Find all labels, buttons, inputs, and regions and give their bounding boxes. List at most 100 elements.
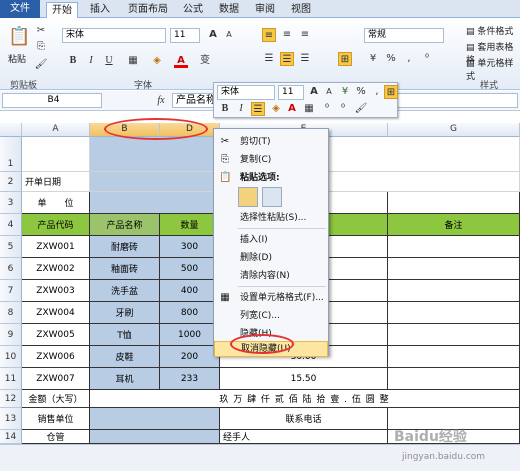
format-painter-icon[interactable]: 🖌 [34,58,48,72]
cell-selected[interactable] [90,430,220,444]
cut-icon[interactable]: ✂ [34,24,48,38]
row-header-13[interactable]: 13 [0,408,22,430]
product-name-cell[interactable]: 皮鞋 [90,346,160,368]
handler-label[interactable]: 经手人 [220,430,388,444]
unit-label[interactable]: 单 位 [22,192,90,214]
tab-view[interactable]: 视图 [286,2,316,18]
row-header-4[interactable]: 4 [0,214,22,236]
cell-selected[interactable] [90,137,220,172]
mini-italic-icon[interactable]: I [234,102,248,116]
quantity-cell[interactable]: 200 [160,346,220,368]
mini-align-center-icon[interactable]: ☰ [251,102,265,116]
value-cell[interactable]: 15.50 [220,368,388,390]
header-product-code[interactable]: 产品代码 [22,214,90,236]
cell[interactable] [388,324,520,346]
quantity-cell[interactable]: 400 [160,280,220,302]
issue-date-label[interactable]: 开单日期 [22,172,90,192]
contact-phone-label[interactable]: 联系电话 [220,408,388,430]
tab-data[interactable]: 数据 [214,2,244,18]
align-top-icon[interactable]: ≡ [262,28,276,42]
cell[interactable] [22,137,90,172]
row-header-6[interactable]: 6 [0,258,22,280]
menu-item-copy[interactable]: ⎘ 复制(C) [214,151,328,169]
product-code-cell[interactable]: ZXW005 [22,324,90,346]
product-code-cell[interactable]: ZXW007 [22,368,90,390]
row-header-3[interactable]: 3 [0,192,22,214]
mini-increase-decimal-icon[interactable]: ⁰ [336,102,350,116]
select-all-corner[interactable] [0,123,22,137]
quantity-cell[interactable]: 500 [160,258,220,280]
row-header-2[interactable]: 2 [0,172,22,192]
mini-percent-icon[interactable]: % [354,85,368,99]
header-remarks[interactable]: 备注 [388,214,520,236]
product-name-cell[interactable]: T恤 [90,324,160,346]
warehouse-label[interactable]: 仓管 [22,430,90,444]
menu-item-delete[interactable]: 删除(D) [214,249,328,267]
comma-icon[interactable]: , [402,52,416,66]
product-code-cell[interactable]: ZXW001 [22,236,90,258]
underline-icon[interactable]: U [102,54,116,68]
quantity-cell[interactable]: 300 [160,236,220,258]
cell-selected[interactable] [90,408,220,430]
align-center-icon[interactable]: ☰ [280,52,294,66]
mini-format-icon[interactable]: ⊞ [384,85,398,99]
font-name-combo[interactable]: 宋体 [62,28,166,43]
name-box[interactable]: B4 [2,93,102,108]
menu-item-paste-special[interactable]: 选择性粘贴(S)... [214,209,328,227]
row-header-1[interactable]: 1 [0,137,22,172]
amount-label[interactable]: 金额（大写） [22,390,90,408]
mini-font-name-combo[interactable]: 宋体 [217,85,275,100]
mini-font-size-combo[interactable]: 11 [278,85,304,100]
mini-grow-font-icon[interactable]: A [307,85,321,99]
currency-icon[interactable]: ¥ [366,52,380,66]
align-bottom-icon[interactable]: ≡ [298,28,312,42]
tab-insert[interactable]: 插入 [84,2,116,18]
merge-center-icon[interactable]: ⊞ [338,52,352,66]
mini-comma-icon[interactable]: , [370,85,384,99]
mini-bold-icon[interactable]: B [218,102,232,116]
mini-decrease-decimal-icon[interactable]: ⁰ [320,102,334,116]
cell[interactable] [388,192,520,214]
row-header-12[interactable]: 12 [0,390,22,408]
font-color-icon[interactable]: A [174,54,188,68]
mini-border-icon[interactable]: ▦ [302,102,316,116]
cell[interactable] [388,302,520,324]
product-name-cell[interactable]: 耳机 [90,368,160,390]
paste-label[interactable]: 粘贴 [8,52,26,65]
paste-values-icon[interactable] [262,187,282,207]
row-header-7[interactable]: 7 [0,280,22,302]
row-header-8[interactable]: 8 [0,302,22,324]
menu-item-clear-contents[interactable]: 清除内容(N) [214,267,328,285]
align-left-icon[interactable]: ☰ [262,52,276,66]
italic-icon[interactable]: I [84,54,98,68]
menu-item-column-width[interactable]: 列宽(C)... [214,307,328,325]
cell-selected[interactable] [90,192,220,214]
align-middle-icon[interactable]: ≡ [280,28,294,42]
conditional-format-button[interactable]: ▤ 条件格式 [466,24,513,37]
percent-icon[interactable]: % [384,52,398,66]
row-header-11[interactable]: 11 [0,368,22,390]
menu-item-cut[interactable]: ✂ 剪切(T) [214,133,328,151]
quantity-cell[interactable]: 1000 [160,324,220,346]
phonetic-icon[interactable]: 变 [198,54,212,68]
sales-unit-label[interactable]: 销售单位 [22,408,90,430]
paste-option-icon[interactable] [238,187,258,207]
column-header-g[interactable]: G [388,123,520,137]
quantity-cell[interactable]: 800 [160,302,220,324]
bold-icon[interactable]: B [66,54,80,68]
column-header-a[interactable]: A [22,123,90,137]
mini-fill-color-icon[interactable]: ◈ [269,102,283,116]
number-format-combo[interactable]: 常规 [364,28,444,43]
row-header-9[interactable]: 9 [0,324,22,346]
product-code-cell[interactable]: ZXW003 [22,280,90,302]
font-size-combo[interactable]: 11 [170,28,200,43]
fx-icon[interactable]: fx [154,94,168,108]
product-code-cell[interactable]: ZXW006 [22,346,90,368]
cell-selected[interactable] [90,172,220,192]
product-code-cell[interactable]: ZXW002 [22,258,90,280]
quantity-cell[interactable]: 233 [160,368,220,390]
grow-font-icon[interactable]: A [206,28,220,42]
tab-file[interactable]: 文件 [0,0,40,18]
tab-page-layout[interactable]: 页面布局 [122,2,174,18]
product-code-cell[interactable]: ZXW004 [22,302,90,324]
